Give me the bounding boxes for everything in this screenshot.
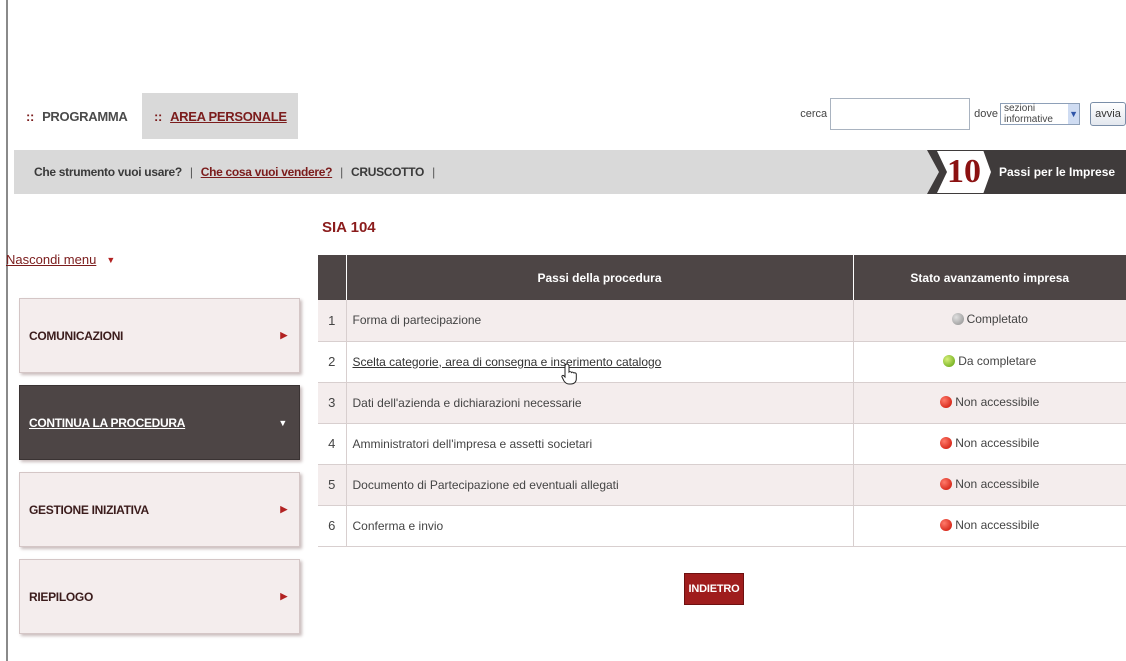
triangle-right-icon: ▶ (280, 330, 287, 340)
sidebar-item-continua-procedura[interactable]: CONTINUA LA PROCEDURA ▼ (19, 385, 300, 460)
top-tabs: :: PROGRAMMA :: AREA PERSONALE (14, 93, 298, 139)
page-title: SIA 104 (322, 219, 376, 236)
nav-links: Che strumento vuoi usare? | Che cosa vuo… (34, 150, 443, 194)
table-row: 4 Amministratori dell'impresa e assetti … (318, 423, 1126, 465)
table-row: 2 Scelta categorie, area di consegna e i… (318, 341, 1126, 383)
status-red-dot-icon (940, 395, 953, 408)
search-submit-button[interactable]: avvia (1090, 102, 1126, 126)
tab-area-personale-label: AREA PERSONALE (170, 108, 287, 124)
table-row: 5 Documento di Partecipazione ed eventua… (318, 464, 1126, 506)
sidebar-item-riepilogo[interactable]: RIEPILOGO ▶ (19, 559, 300, 634)
nav-link-cruscotto[interactable]: CRUSCOTTO (351, 165, 424, 179)
tab-programma[interactable]: :: PROGRAMMA (14, 93, 142, 139)
nav-separator: | (340, 165, 343, 179)
nav-separator: | (432, 165, 435, 179)
table-row: 3 Dati dell'azienda e dichiarazioni nece… (318, 382, 1126, 424)
step-number: 3 (318, 382, 347, 424)
search-label: cerca (800, 108, 828, 120)
chevron-down-icon[interactable]: ▼ (1068, 104, 1079, 124)
status-red-dot-icon (940, 477, 953, 490)
status-green-dot-icon (943, 354, 956, 367)
step-link[interactable]: Scelta categorie, area di consegna e ins… (353, 355, 662, 369)
ten-steps-banner[interactable]: 10 Passi per le Imprese (909, 150, 1126, 194)
step-name: Amministratori dell'impresa e assetti so… (346, 423, 854, 465)
column-header-number (318, 255, 347, 300)
status-grey-dot-icon (951, 313, 964, 326)
step-status: Da completare (853, 341, 1126, 383)
triangle-right-icon: ▶ (280, 591, 287, 601)
step-status-label: Non accessibile (955, 394, 1040, 409)
triangle-down-icon: ▼ (106, 254, 116, 265)
nav-link-strumento[interactable]: Che strumento vuoi usare? (34, 165, 182, 179)
step-status-label: Non accessibile (955, 476, 1040, 491)
step-number: 2 (318, 341, 347, 383)
hand-cursor-icon (561, 363, 577, 385)
step-status: Non accessibile (853, 505, 1126, 547)
step-status: Non accessibile (853, 382, 1126, 424)
where-label: dove (974, 108, 998, 120)
column-header-steps: Passi della procedura (346, 255, 854, 300)
table-row: 6 Conferma e invio Non accessibile (318, 505, 1126, 547)
step-number: 1 (318, 300, 347, 342)
step-name: Documento di Partecipazione ed eventuali… (346, 464, 854, 506)
sidebar-item-gestione-iniziativa[interactable]: GESTIONE INIZIATIVA ▶ (19, 472, 300, 547)
step-status-label: Da completare (958, 353, 1037, 368)
sidebar-item-label: COMUNICAZIONI (29, 328, 124, 343)
step-name: Conferma e invio (346, 505, 854, 547)
where-select-value: sezioni informative (1004, 103, 1053, 125)
nav-bar: Che strumento vuoi usare? | Che cosa vuo… (14, 150, 1126, 194)
status-red-dot-icon (940, 518, 953, 531)
step-status: Non accessibile (853, 423, 1126, 465)
step-status: Completato (853, 300, 1126, 342)
nav-separator: | (189, 165, 193, 179)
step-number: 5 (318, 464, 347, 506)
step-name: Forma di partecipazione (346, 300, 854, 342)
step-status-label: Non accessibile (955, 517, 1040, 532)
step-status-label: Non accessibile (955, 435, 1040, 450)
search-input[interactable] (830, 98, 971, 130)
status-red-dot-icon (940, 436, 953, 449)
step-status-label: Completato (966, 312, 1028, 327)
search-box: cerca dove sezioni informative ▼ avvia (800, 98, 1126, 130)
column-header-status: Stato avanzamento impresa (853, 255, 1126, 300)
hide-menu-toggle[interactable]: Nascondi menu ▼ (6, 252, 115, 267)
tab-bullet-icon: :: (26, 108, 35, 124)
step-name: Dati dell'azienda e dichiarazioni necess… (346, 382, 854, 424)
step-status: Non accessibile (853, 464, 1126, 506)
back-button[interactable]: INDIETRO (684, 573, 744, 605)
banner-text: Passi per le Imprese (999, 165, 1116, 179)
tab-programma-label: PROGRAMMA (42, 108, 128, 124)
nav-link-vendere[interactable]: Che cosa vuoi vendere? (201, 165, 333, 179)
left-border (6, 0, 8, 661)
sidebar-item-label: CONTINUA LA PROCEDURA (29, 415, 186, 430)
where-select[interactable]: sezioni informative ▼ (1000, 103, 1080, 125)
triangle-right-icon: ▶ (280, 504, 287, 514)
sidebar-item-label: RIEPILOGO (29, 589, 93, 604)
sidebar-item-label: GESTIONE INIZIATIVA (29, 502, 149, 517)
step-number: 4 (318, 423, 347, 465)
procedure-table: Passi della procedura Stato avanzamento … (318, 255, 1126, 547)
tab-area-personale[interactable]: :: AREA PERSONALE (142, 93, 298, 139)
step-number: 6 (318, 505, 347, 547)
sidebar-item-comunicazioni[interactable]: COMUNICAZIONI ▶ (19, 298, 300, 373)
step-name: Scelta categorie, area di consegna e ins… (346, 341, 854, 383)
tab-bullet-icon: :: (154, 108, 163, 124)
table-header-row: Passi della procedura Stato avanzamento … (318, 255, 1126, 300)
table-row: 1 Forma di partecipazione Completato (318, 300, 1126, 342)
hide-menu-label: Nascondi menu (6, 252, 97, 267)
triangle-down-icon: ▼ (278, 417, 287, 428)
